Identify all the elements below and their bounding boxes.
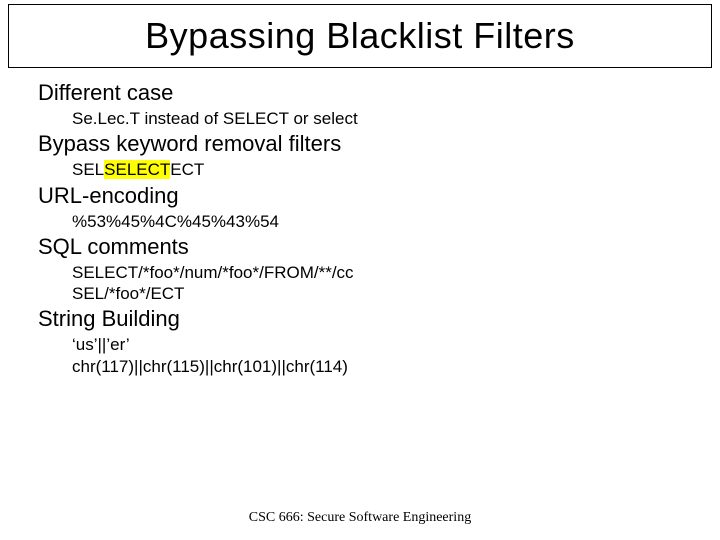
example-bypass-keyword: SELSELECTECT xyxy=(72,159,700,180)
heading-url-encoding: URL-encoding xyxy=(38,183,700,209)
text-post: ECT xyxy=(170,160,204,179)
example-string-building-2: chr(117)||chr(115)||chr(101)||chr(114) xyxy=(72,356,700,377)
slide-title: Bypassing Blacklist Filters xyxy=(145,15,575,57)
heading-sql-comments: SQL comments xyxy=(38,234,700,260)
example-different-case: Se.Lec.T instead of SELECT or select xyxy=(72,108,700,129)
title-box: Bypassing Blacklist Filters xyxy=(8,4,712,68)
slide-content: Different case Se.Lec.T instead of SELEC… xyxy=(38,78,700,377)
example-sql-comments-1: SELECT/*foo*/num/*foo*/FROM/**/cc xyxy=(72,262,700,283)
text-pre: SEL xyxy=(72,160,104,179)
heading-different-case: Different case xyxy=(38,80,700,106)
slide-footer: CSC 666: Secure Software Engineering xyxy=(0,510,720,526)
heading-string-building: String Building xyxy=(38,306,700,332)
example-url-encoding: %53%45%4C%45%43%54 xyxy=(72,211,700,232)
example-sql-comments-2: SEL/*foo*/ECT xyxy=(72,283,700,304)
heading-bypass-keyword: Bypass keyword removal filters xyxy=(38,131,700,157)
example-string-building-1: ‘us’||’er’ xyxy=(72,334,700,355)
text-highlight: SELECT xyxy=(104,160,170,179)
